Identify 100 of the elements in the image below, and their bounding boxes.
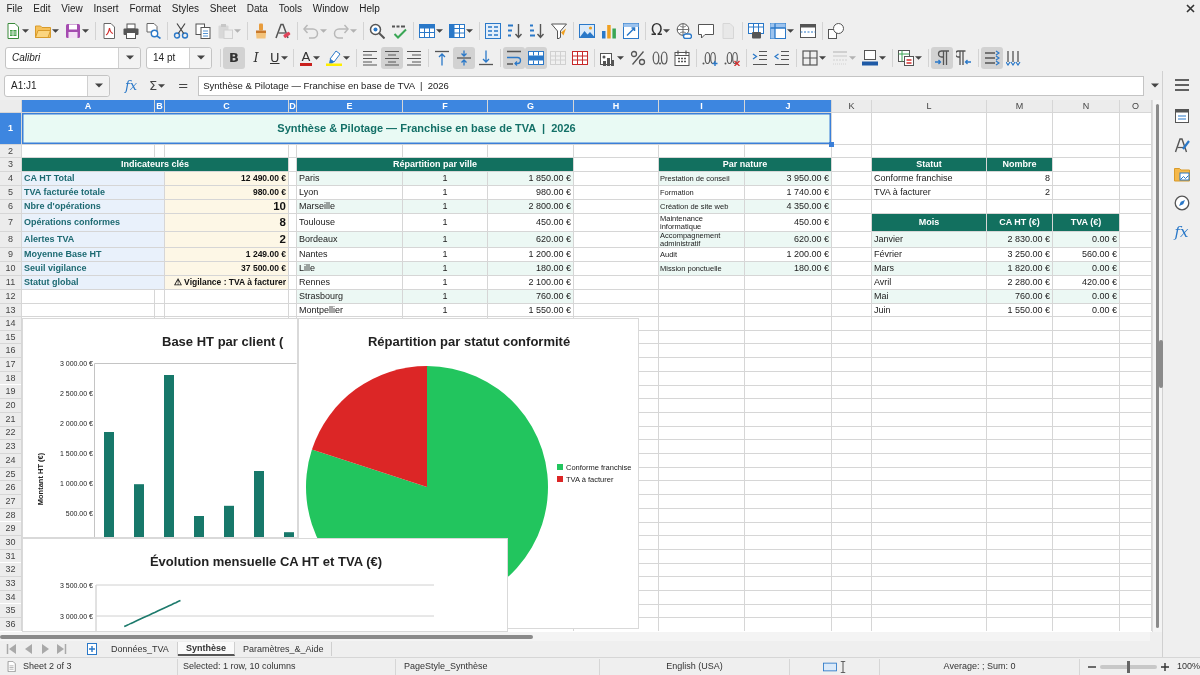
- sheet-tab[interactable]: Données_TVA: [103, 642, 178, 656]
- column-header[interactable]: N: [1053, 100, 1119, 112]
- row-header[interactable]: 5: [0, 186, 21, 199]
- row-header[interactable]: 34: [0, 590, 21, 604]
- name-box-field[interactable]: A1:J1: [4, 74, 110, 97]
- row-header[interactable]: 36: [0, 618, 21, 631]
- selected-cell[interactable]: Synthèse & Pilotage — Franchise en base de TVA | 2026: [22, 113, 831, 144]
- row-header[interactable]: 15: [0, 330, 21, 344]
- row-header[interactable]: 11: [0, 276, 21, 289]
- row-header[interactable]: 21: [0, 412, 21, 426]
- close-document-button[interactable]: [1186, 4, 1195, 13]
- merge-center-button[interactable]: [525, 46, 548, 69]
- menu-item[interactable]: Data: [241, 1, 274, 16]
- properties-button[interactable]: [1172, 107, 1191, 125]
- gallery-button[interactable]: [1172, 165, 1191, 183]
- special-character-button[interactable]: Ω: [648, 19, 674, 42]
- navigator-button[interactable]: [1172, 194, 1191, 212]
- row-header[interactable]: 3: [0, 158, 21, 171]
- row-header[interactable]: 23: [0, 440, 21, 453]
- menu-item[interactable]: Help: [353, 1, 386, 16]
- column-header[interactable]: D: [289, 100, 296, 112]
- row-header[interactable]: 30: [0, 536, 21, 549]
- row-header[interactable]: 9: [0, 248, 21, 261]
- sidebar-menu-button[interactable]: [1172, 76, 1191, 94]
- dropdown-button[interactable]: [118, 47, 140, 68]
- column-header[interactable]: A: [22, 100, 154, 112]
- column-header[interactable]: G: [488, 100, 573, 112]
- row-header[interactable]: 14: [0, 317, 21, 330]
- bold-button[interactable]: B: [223, 46, 245, 69]
- align-center-button[interactable]: [381, 46, 404, 69]
- zoom-in-button[interactable]: [1160, 662, 1169, 671]
- horizontal-scrollbar[interactable]: [0, 632, 1150, 641]
- menu-item[interactable]: Edit: [27, 1, 56, 16]
- row-header[interactable]: 16: [0, 344, 21, 358]
- row-header[interactable]: 33: [0, 577, 21, 590]
- wrap-text-button[interactable]: [503, 46, 526, 69]
- zoom-level[interactable]: 100%: [1176, 661, 1200, 672]
- column-header[interactable]: B: [155, 100, 164, 112]
- column-header[interactable]: L: [872, 100, 986, 112]
- fill-handle[interactable]: [829, 142, 834, 147]
- row-header[interactable]: 35: [0, 604, 21, 618]
- align-middle-button[interactable]: [453, 46, 476, 69]
- row-header[interactable]: 13: [0, 304, 21, 316]
- dropdown-button[interactable]: [87, 75, 109, 96]
- dropdown-button[interactable]: [189, 47, 211, 68]
- menu-item[interactable]: Sheet: [204, 1, 242, 16]
- vertical-scrollbar[interactable]: [1152, 100, 1162, 632]
- column-header[interactable]: E: [297, 100, 402, 112]
- row-header[interactable]: 31: [0, 549, 21, 563]
- sheet-tab[interactable]: Paramètres_&_Aide: [234, 642, 333, 656]
- underline-button[interactable]: U: [267, 46, 291, 69]
- menu-item[interactable]: File: [1, 1, 28, 16]
- row-header[interactable]: 28: [0, 508, 21, 522]
- menu-item[interactable]: View: [55, 1, 89, 16]
- function-wizard-button[interactable]: fx: [120, 74, 142, 97]
- row-header[interactable]: 20: [0, 399, 21, 412]
- row-header[interactable]: 7: [0, 214, 21, 231]
- row-header[interactable]: 17: [0, 358, 21, 371]
- sheet-tab[interactable]: Synthèse: [177, 642, 235, 656]
- column-header[interactable]: K: [832, 100, 871, 112]
- row-header[interactable]: 6: [0, 200, 21, 213]
- font-size-field[interactable]: 14 pt: [146, 46, 212, 69]
- left-to-right-button[interactable]: [931, 46, 954, 69]
- row-header[interactable]: 8: [0, 232, 21, 247]
- row-header[interactable]: 18: [0, 371, 21, 385]
- font-color-button[interactable]: A: [296, 46, 324, 69]
- slider-thumb[interactable]: [1127, 660, 1131, 673]
- font-name-field[interactable]: Calibri: [5, 46, 141, 69]
- add-sheet-button[interactable]: [87, 643, 97, 655]
- sum-button[interactable]: Σ: [146, 74, 169, 97]
- menu-item[interactable]: Format: [124, 1, 167, 16]
- column-header[interactable]: H: [574, 100, 658, 112]
- text-direction-button[interactable]: [981, 46, 1004, 69]
- row-header[interactable]: 22: [0, 426, 21, 440]
- row-header[interactable]: 27: [0, 494, 21, 508]
- formula-button[interactable]: =: [172, 74, 195, 97]
- column-header[interactable]: J: [745, 100, 831, 112]
- styles-button[interactable]: [1172, 136, 1191, 154]
- column-header[interactable]: O: [1120, 100, 1151, 112]
- row-header[interactable]: 2: [0, 145, 21, 157]
- functions-button[interactable]: fx: [1173, 223, 1190, 241]
- formula-input-field[interactable]: Synthèse & Pilotage — Franchise en base de TVA | 2026: [198, 75, 1144, 96]
- column-header[interactable]: F: [403, 100, 487, 112]
- column-header[interactable]: I: [659, 100, 744, 112]
- row-header[interactable]: 29: [0, 522, 21, 535]
- row-header[interactable]: 1: [0, 113, 21, 144]
- column-header[interactable]: C: [165, 100, 288, 112]
- menu-item[interactable]: Styles: [166, 1, 205, 16]
- row-header[interactable]: 12: [0, 290, 21, 303]
- column-header[interactable]: M: [987, 100, 1052, 112]
- menu-item[interactable]: Window: [307, 1, 354, 16]
- italic-button[interactable]: I: [245, 46, 267, 69]
- row-header[interactable]: 32: [0, 563, 21, 577]
- row-header[interactable]: 4: [0, 172, 21, 185]
- menu-item[interactable]: Insert: [88, 1, 124, 16]
- row-header[interactable]: 19: [0, 385, 21, 399]
- menu-item[interactable]: Tools: [273, 1, 308, 16]
- row-header[interactable]: 26: [0, 481, 21, 494]
- row-header[interactable]: 25: [0, 467, 21, 481]
- row-header[interactable]: 10: [0, 262, 21, 275]
